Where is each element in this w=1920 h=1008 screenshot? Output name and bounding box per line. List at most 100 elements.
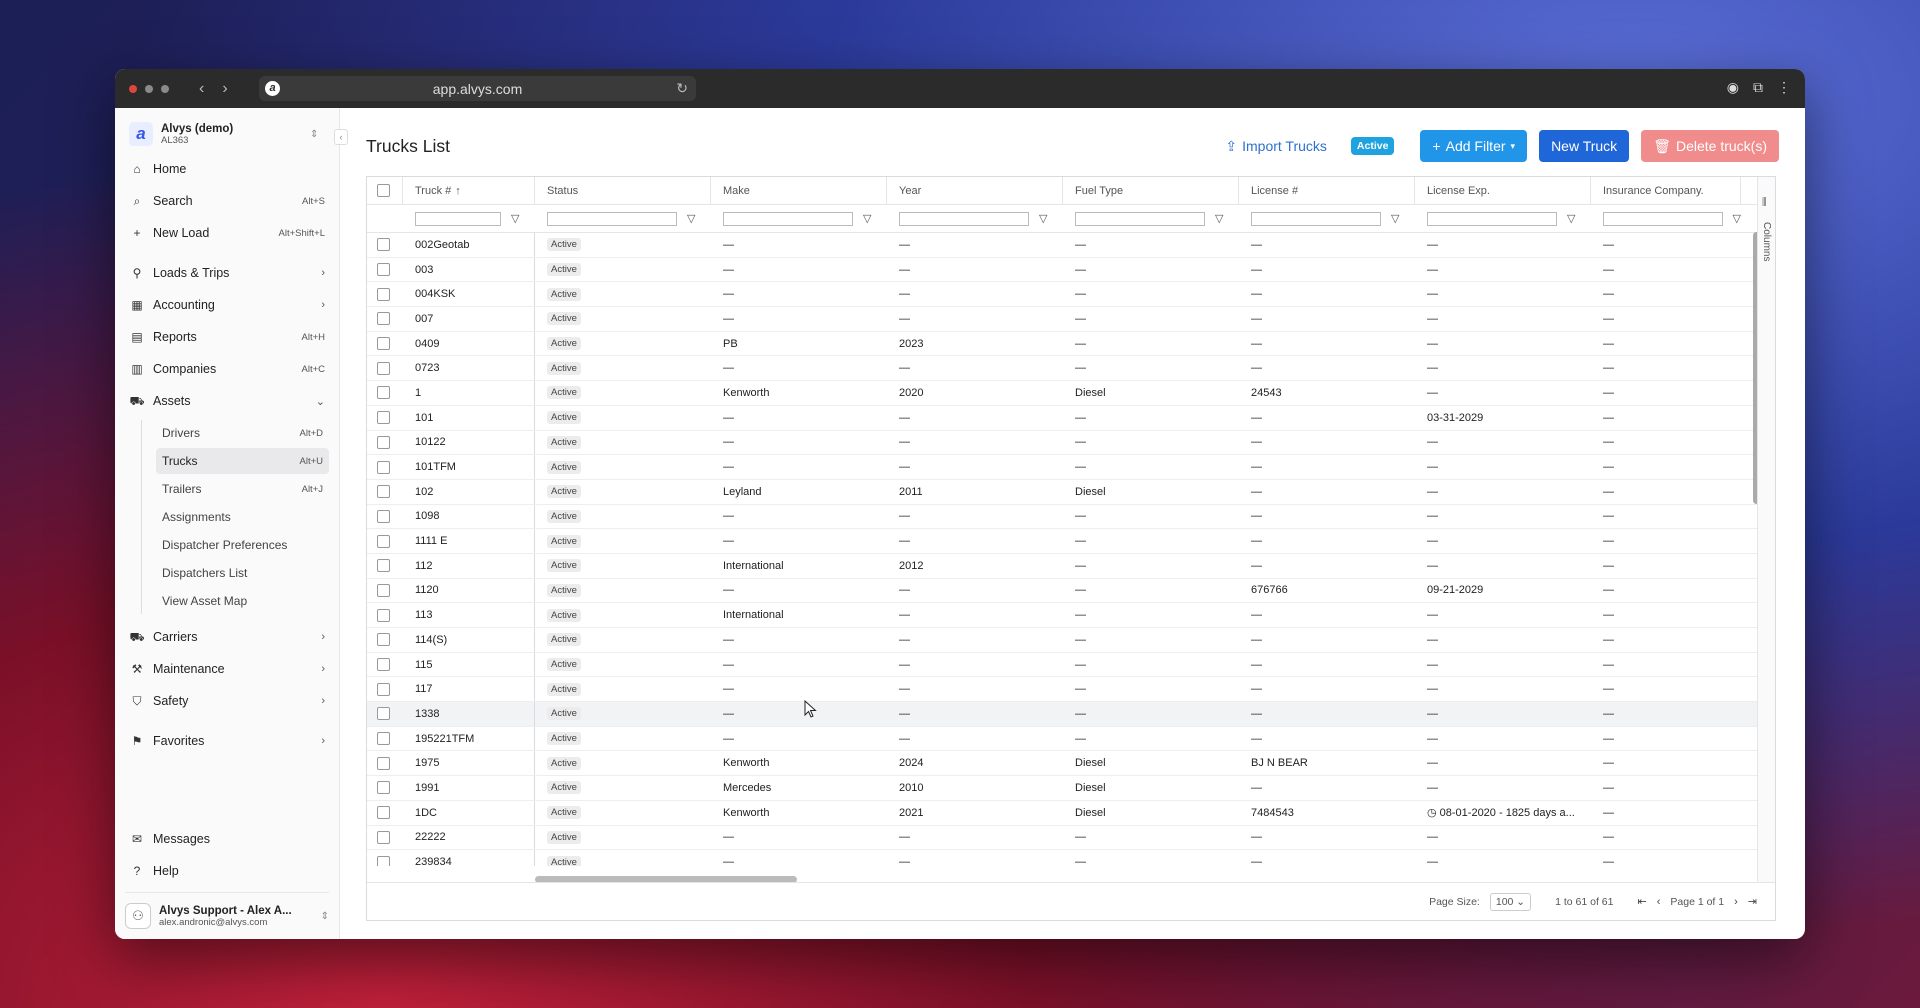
sidebar-item-view-asset-map[interactable]: View Asset Map: [156, 588, 329, 614]
nav-loads-trips[interactable]: ⚲ Loads & Trips ›: [125, 260, 329, 286]
filter-icon[interactable]: ▽: [863, 212, 871, 225]
row-checkbox[interactable]: [377, 485, 390, 499]
row-checkbox[interactable]: [377, 806, 390, 820]
nav-home[interactable]: ⌂ Home: [125, 156, 329, 182]
sidebar-item-drivers[interactable]: Drivers Alt+D: [156, 420, 329, 446]
nav-companies[interactable]: ▥ Companies Alt+C: [125, 356, 329, 382]
nav-assets[interactable]: ⛟ Assets ⌄: [125, 388, 329, 414]
row-checkbox[interactable]: [377, 263, 390, 277]
minimize-dot[interactable]: [145, 84, 153, 93]
table-row[interactable]: 1098 Active — — — — — —: [367, 504, 1775, 530]
table-row[interactable]: 1338 Active — — — — — —: [367, 702, 1775, 727]
column-header-license-exp[interactable]: License Exp.: [1415, 177, 1591, 204]
user-menu[interactable]: ⚇ Alvys Support - Alex A... alex.androni…: [125, 892, 329, 929]
filter-input-fuel-type[interactable]: [1075, 211, 1205, 226]
table-row[interactable]: 195221TFM Active — — — — — —: [367, 726, 1775, 752]
sort-asc-icon[interactable]: ↑: [455, 185, 461, 197]
sidebar-item-trucks[interactable]: Trucks Alt+U: [156, 448, 329, 474]
row-checkbox[interactable]: [377, 855, 390, 866]
row-checkbox[interactable]: [377, 781, 390, 795]
grid-body[interactable]: 002Geotab Active — — — — — — 003 Active — — — — — — 004K…: [367, 233, 1775, 866]
delete-trucks-button[interactable]: 🗑 Delete truck(s): [1641, 130, 1779, 162]
first-page-icon[interactable]: ⇤: [1638, 895, 1647, 908]
table-row[interactable]: 003 Active — — — — — —: [367, 257, 1775, 283]
row-checkbox[interactable]: [377, 337, 390, 351]
table-row[interactable]: 1975 Active Kenworth 2024 Diesel BJ N BEAR — —: [367, 751, 1775, 777]
row-checkbox[interactable]: [377, 460, 390, 474]
filter-icon[interactable]: ▽: [1733, 212, 1741, 225]
row-checkbox[interactable]: [377, 509, 390, 523]
nav-maintenance[interactable]: ⚒ Maintenance ›: [125, 656, 329, 682]
table-row[interactable]: 115 Active — — — — — —: [367, 652, 1775, 678]
row-checkbox[interactable]: [377, 435, 390, 449]
row-checkbox[interactable]: [377, 287, 390, 301]
table-row[interactable]: 112 Active International 2012 — — — —: [367, 553, 1775, 579]
prev-page-icon[interactable]: ‹: [1657, 896, 1661, 908]
row-checkbox[interactable]: [377, 658, 390, 672]
table-row[interactable]: 1111 E Active — — — — — —: [367, 529, 1775, 554]
column-header-make[interactable]: Make: [711, 177, 887, 204]
table-row[interactable]: 1991 Active Mercedes 2010 Diesel — — —: [367, 776, 1775, 801]
row-checkbox[interactable]: [377, 559, 390, 573]
table-row[interactable]: 007 Active — — — — — —: [367, 307, 1775, 332]
table-row[interactable]: 002Geotab Active — — — — — —: [367, 233, 1775, 258]
row-checkbox[interactable]: [377, 312, 390, 326]
row-checkbox[interactable]: [377, 732, 390, 746]
column-header-license[interactable]: License #: [1239, 177, 1415, 204]
filter-icon[interactable]: ▽: [687, 212, 695, 225]
next-page-icon[interactable]: ›: [1734, 896, 1738, 908]
menu-dots-icon[interactable]: ⋮: [1777, 79, 1791, 96]
filter-input-insurance-company[interactable]: [1603, 211, 1723, 226]
filter-icon[interactable]: ▽: [1391, 212, 1399, 225]
column-header-fuel-type[interactable]: Fuel Type: [1063, 177, 1239, 204]
row-checkbox[interactable]: [377, 361, 390, 375]
row-checkbox[interactable]: [377, 238, 390, 252]
row-checkbox[interactable]: [377, 633, 390, 647]
row-checkbox[interactable]: [377, 707, 390, 721]
sidebar-item-trailers[interactable]: Trailers Alt+J: [156, 476, 329, 502]
row-checkbox[interactable]: [377, 411, 390, 425]
nav-help[interactable]: ? Help: [125, 858, 329, 884]
table-row[interactable]: 0723 Active — — — — — —: [367, 356, 1775, 382]
row-checkbox[interactable]: [377, 830, 390, 844]
nav-reports[interactable]: ▤ Reports Alt+H: [125, 324, 329, 350]
page-size-select[interactable]: 100 ⌄: [1489, 892, 1532, 911]
select-all-checkbox[interactable]: [377, 184, 390, 197]
table-row[interactable]: 102 Active Leyland 2011 Diesel — — —: [367, 479, 1775, 505]
filter-icon[interactable]: ▽: [511, 212, 519, 225]
table-row[interactable]: 101 Active — — — — 03-31-2029 —: [367, 405, 1775, 431]
row-checkbox[interactable]: [377, 534, 390, 548]
profile-icon[interactable]: ◉: [1727, 79, 1739, 96]
row-checkbox[interactable]: [377, 608, 390, 622]
sidebar-item-assignments[interactable]: Assignments: [156, 504, 329, 530]
updown-chevron-icon[interactable]: ⇕: [310, 129, 318, 140]
filter-icon[interactable]: ▽: [1567, 212, 1575, 225]
last-page-icon[interactable]: ⇥: [1748, 895, 1757, 908]
table-row[interactable]: 101TFM Active — — — — — —: [367, 455, 1775, 480]
active-filter-pill[interactable]: Active: [1350, 137, 1395, 155]
table-row[interactable]: 114(S) Active — — — — — —: [367, 628, 1775, 653]
nav-accounting[interactable]: ▦ Accounting ›: [125, 292, 329, 318]
filter-input-truck[interactable]: [415, 211, 501, 226]
row-checkbox[interactable]: [377, 583, 390, 597]
table-row[interactable]: 0409 Active PB 2023 — — — —: [367, 331, 1775, 357]
nav-carriers[interactable]: ⛟ Carriers ›: [125, 624, 329, 650]
window-controls[interactable]: [129, 84, 169, 93]
nav-safety[interactable]: ⛉ Safety ›: [125, 688, 329, 714]
columns-side-tab[interactable]: ⫼ Columns: [1757, 177, 1775, 882]
maximize-dot[interactable]: [161, 84, 169, 93]
filter-input-license[interactable]: [1251, 211, 1381, 226]
table-row[interactable]: 22222 Active — — — — — —: [367, 825, 1775, 851]
org-switcher[interactable]: a Alvys (demo) AL363: [115, 108, 339, 156]
filter-input-status[interactable]: [547, 211, 677, 226]
table-row[interactable]: 004KSK Active — — — — — —: [367, 282, 1775, 308]
filter-input-year[interactable]: [899, 211, 1029, 226]
sidebar-item-dispatcher-preferences[interactable]: Dispatcher Preferences: [156, 532, 329, 558]
table-row[interactable]: 1 Active Kenworth 2020 Diesel 24543 — —: [367, 381, 1775, 406]
filter-input-license-exp[interactable]: [1427, 211, 1557, 226]
table-row[interactable]: 239834 Active — — — — — —: [367, 850, 1775, 866]
column-header-truck[interactable]: Truck # ↑: [403, 177, 535, 204]
table-row[interactable]: 117 Active — — — — — —: [367, 677, 1775, 703]
import-trucks-button[interactable]: ⇪ Import Trucks: [1225, 138, 1327, 155]
column-header-year[interactable]: Year: [887, 177, 1063, 204]
